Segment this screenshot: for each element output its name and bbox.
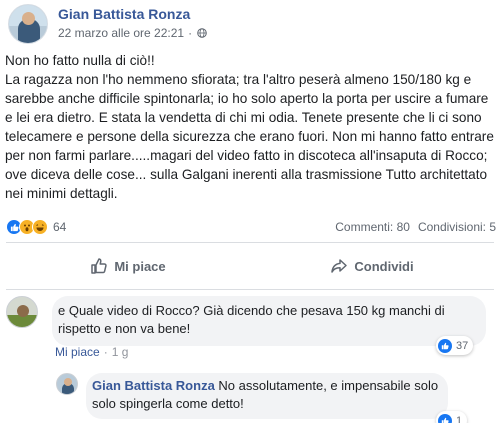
comment-bubble: e Quale video di Rocco? Già dicendo che … (52, 296, 486, 346)
post-meta: 22 marzo alle ore 22:21 · (58, 25, 207, 41)
haha-icon (32, 219, 48, 235)
comment-time[interactable]: 1 g (112, 345, 129, 359)
divider (6, 289, 494, 290)
reply-author-name[interactable]: Gian Battista Ronza (92, 378, 215, 393)
divider (6, 242, 494, 243)
post-actions: Mi piace Condividi (6, 244, 494, 288)
commenter-avatar[interactable] (6, 296, 38, 328)
reactions-row: 64 Commenti: 80 Condivisioni: 5 (6, 218, 496, 236)
reply-bubble: Gian Battista Ronza No assolutamente, e … (86, 373, 448, 419)
author-avatar[interactable] (8, 4, 48, 44)
reply-item: Gian Battista Ronza No assolutamente, e … (56, 373, 448, 419)
reaction-icons[interactable] (6, 219, 48, 235)
post-header: Gian Battista Ronza 22 marzo alle ore 22… (8, 4, 207, 44)
comments-count[interactable]: Commenti: 80 (335, 220, 410, 234)
share-button-label: Condividi (354, 258, 414, 274)
post-text: Non ho fatto nulla di ciò!! La ragazza n… (5, 53, 494, 201)
reply-like-count[interactable]: 1 (436, 411, 468, 423)
like-button-label: Mi piace (114, 258, 166, 274)
comment-actions: Mi piace · 1 g (55, 345, 128, 359)
post-timestamp[interactable]: 22 marzo alle ore 22:21 (58, 25, 184, 41)
comment-like-number: 37 (456, 339, 469, 352)
like-icon (438, 413, 452, 423)
reply-author-avatar[interactable] (56, 373, 78, 395)
shares-count[interactable]: Condivisioni: 5 (418, 220, 496, 234)
comment-text: e Quale video di Rocco? Già dicendo che … (58, 303, 445, 336)
like-button[interactable]: Mi piace (6, 244, 250, 288)
reply-like-number: 1 (456, 414, 463, 423)
share-icon (331, 259, 348, 273)
post-author-name[interactable]: Gian Battista Ronza (58, 5, 207, 23)
share-button[interactable]: Condividi (250, 244, 494, 288)
like-icon (438, 338, 452, 353)
comment-item: e Quale video di Rocco? Già dicendo che … (6, 296, 486, 346)
reaction-count[interactable]: 64 (53, 220, 66, 234)
globe-icon[interactable] (197, 28, 207, 38)
comment-like-link[interactable]: Mi piace (55, 345, 100, 359)
comment-like-count[interactable]: 37 (436, 336, 474, 355)
separator-dot: · (103, 345, 108, 359)
meta-separator: · (188, 26, 193, 40)
thumbs-up-icon (91, 258, 108, 274)
